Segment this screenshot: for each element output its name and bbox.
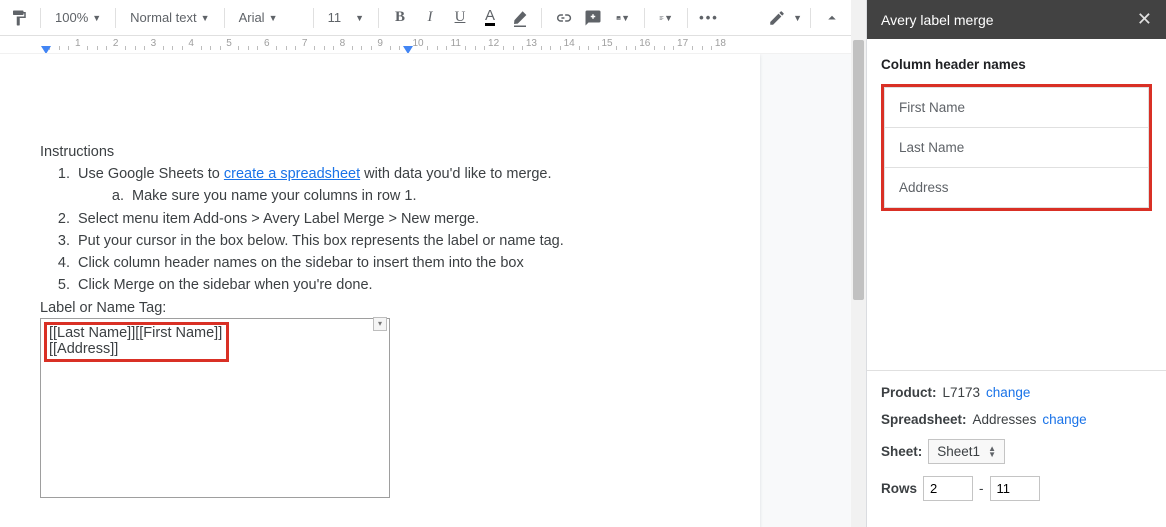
- more-button[interactable]: •••: [696, 5, 722, 31]
- product-label: Product:: [881, 385, 937, 400]
- ruler-number: 11: [451, 38, 461, 49]
- add-comment-button[interactable]: [580, 5, 606, 31]
- indent-marker[interactable]: [403, 46, 413, 54]
- chevron-down-icon: ▼: [664, 13, 673, 23]
- create-spreadsheet-link[interactable]: create a spreadsheet: [224, 166, 360, 182]
- rows-label: Rows: [881, 481, 917, 496]
- ruler-number: 13: [526, 38, 537, 49]
- toolbar: 100% ▼ Normal text ▼ Arial ▼ 11 ▼ B I U …: [0, 0, 851, 36]
- sidebar-header: Avery label merge ✕: [867, 0, 1166, 39]
- sheet-select[interactable]: Sheet1 ▲▼: [928, 439, 1005, 464]
- scrollbar[interactable]: [851, 0, 866, 527]
- document-area[interactable]: Instructions Use Google Sheets to create…: [0, 54, 851, 527]
- chevron-down-icon: ▼: [269, 13, 278, 23]
- indent-marker[interactable]: [41, 46, 51, 54]
- column-header-item[interactable]: Last Name: [884, 128, 1149, 168]
- column-header-item[interactable]: Address: [884, 168, 1149, 208]
- ruler-number: 9: [377, 38, 383, 49]
- ruler-number: 17: [677, 38, 688, 49]
- spreadsheet-value: Addresses: [973, 412, 1037, 427]
- highlight-color-button[interactable]: [507, 5, 533, 31]
- sidebar-footer: Product: L7173 change Spreadsheet: Addre…: [867, 370, 1166, 527]
- stepper-icon: ▲▼: [988, 446, 996, 458]
- scrollbar-thumb[interactable]: [853, 40, 864, 300]
- ruler-number: 2: [113, 38, 119, 49]
- list-item: Put your cursor in the box below. This b…: [74, 231, 720, 251]
- product-value: L7173: [943, 385, 981, 400]
- font-family-dropdown[interactable]: Arial ▼: [233, 6, 305, 29]
- chevron-down-icon: ▼: [355, 13, 364, 23]
- ruler-number: 12: [488, 38, 499, 49]
- insert-image-button[interactable]: ▼: [610, 5, 636, 31]
- ruler-number: 5: [226, 38, 232, 49]
- spreadsheet-change-link[interactable]: change: [1042, 412, 1086, 427]
- bold-button[interactable]: B: [387, 5, 413, 31]
- list-item: Click column header names on the sidebar…: [74, 253, 720, 273]
- label-heading: Label or Name Tag:: [40, 300, 720, 316]
- insert-link-button[interactable]: [550, 5, 576, 31]
- font-family-value: Arial: [239, 10, 265, 25]
- instructions-list: Use Google Sheets to create a spreadshee…: [40, 164, 720, 296]
- column-headers-title: Column header names: [881, 57, 1152, 72]
- ruler-number: 7: [302, 38, 308, 49]
- sheet-label: Sheet:: [881, 444, 922, 459]
- ruler-number: 8: [340, 38, 346, 49]
- list-item: Make sure you name your columns in row 1…: [128, 186, 720, 206]
- chevron-down-icon: ▼: [621, 13, 630, 23]
- ruler-number: 4: [188, 38, 194, 49]
- font-size-value: 11: [328, 10, 342, 25]
- chevron-down-icon: ▼: [92, 13, 101, 23]
- hide-menus-button[interactable]: [819, 5, 845, 31]
- align-dropdown[interactable]: ▼: [653, 5, 679, 31]
- label-box[interactable]: ▾ [[Last Name]][[First Name]] [[Address]…: [40, 318, 390, 498]
- paragraph-style-dropdown[interactable]: Normal text ▼: [124, 6, 215, 29]
- list-item: Click Merge on the sidebar when you're d…: [74, 275, 720, 295]
- text-color-button[interactable]: A: [477, 5, 503, 31]
- sidebar: Avery label merge ✕ Column header names …: [866, 0, 1166, 527]
- ruler-number: 14: [564, 38, 575, 49]
- rows-separator: -: [979, 481, 984, 496]
- list-item: Use Google Sheets to create a spreadshee…: [74, 164, 720, 207]
- sheet-value: Sheet1: [937, 444, 980, 459]
- label-line-2: [[Address]]: [49, 341, 222, 357]
- ruler-number: 16: [639, 38, 650, 49]
- label-line-1: [[Last Name]][[First Name]]: [49, 325, 222, 341]
- ruler-number: 6: [264, 38, 270, 49]
- list-item: Select menu item Add-ons > Avery Label M…: [74, 209, 720, 229]
- rows-from-input[interactable]: [923, 476, 973, 501]
- ruler[interactable]: 123456789101112131415161718: [0, 36, 851, 54]
- ruler-number: 1: [75, 38, 81, 49]
- font-size-dropdown[interactable]: 11 ▼: [322, 6, 370, 29]
- ruler-number: 10: [412, 38, 423, 49]
- paragraph-style-value: Normal text: [130, 10, 196, 25]
- zoom-dropdown[interactable]: 100% ▼: [49, 6, 107, 29]
- table-options-icon[interactable]: ▾: [373, 317, 387, 331]
- paint-format-icon[interactable]: [6, 5, 32, 31]
- page: Instructions Use Google Sheets to create…: [0, 54, 760, 527]
- ruler-number: 18: [715, 38, 726, 49]
- rows-to-input[interactable]: [990, 476, 1040, 501]
- italic-button[interactable]: I: [417, 5, 443, 31]
- column-header-item[interactable]: First Name: [884, 87, 1149, 128]
- zoom-value: 100%: [55, 10, 88, 25]
- column-headers-highlight: First NameLast NameAddress: [881, 84, 1152, 211]
- instructions-heading: Instructions: [40, 144, 720, 160]
- sidebar-title: Avery label merge: [881, 12, 994, 28]
- editing-mode-button[interactable]: [764, 5, 790, 31]
- ruler-number: 3: [151, 38, 157, 49]
- underline-button[interactable]: U: [447, 5, 473, 31]
- chevron-down-icon: ▼: [201, 13, 210, 23]
- chevron-down-icon: ▼: [793, 13, 802, 23]
- ruler-number: 15: [601, 38, 612, 49]
- close-icon[interactable]: ✕: [1137, 9, 1152, 30]
- product-change-link[interactable]: change: [986, 385, 1030, 400]
- spreadsheet-label: Spreadsheet:: [881, 412, 967, 427]
